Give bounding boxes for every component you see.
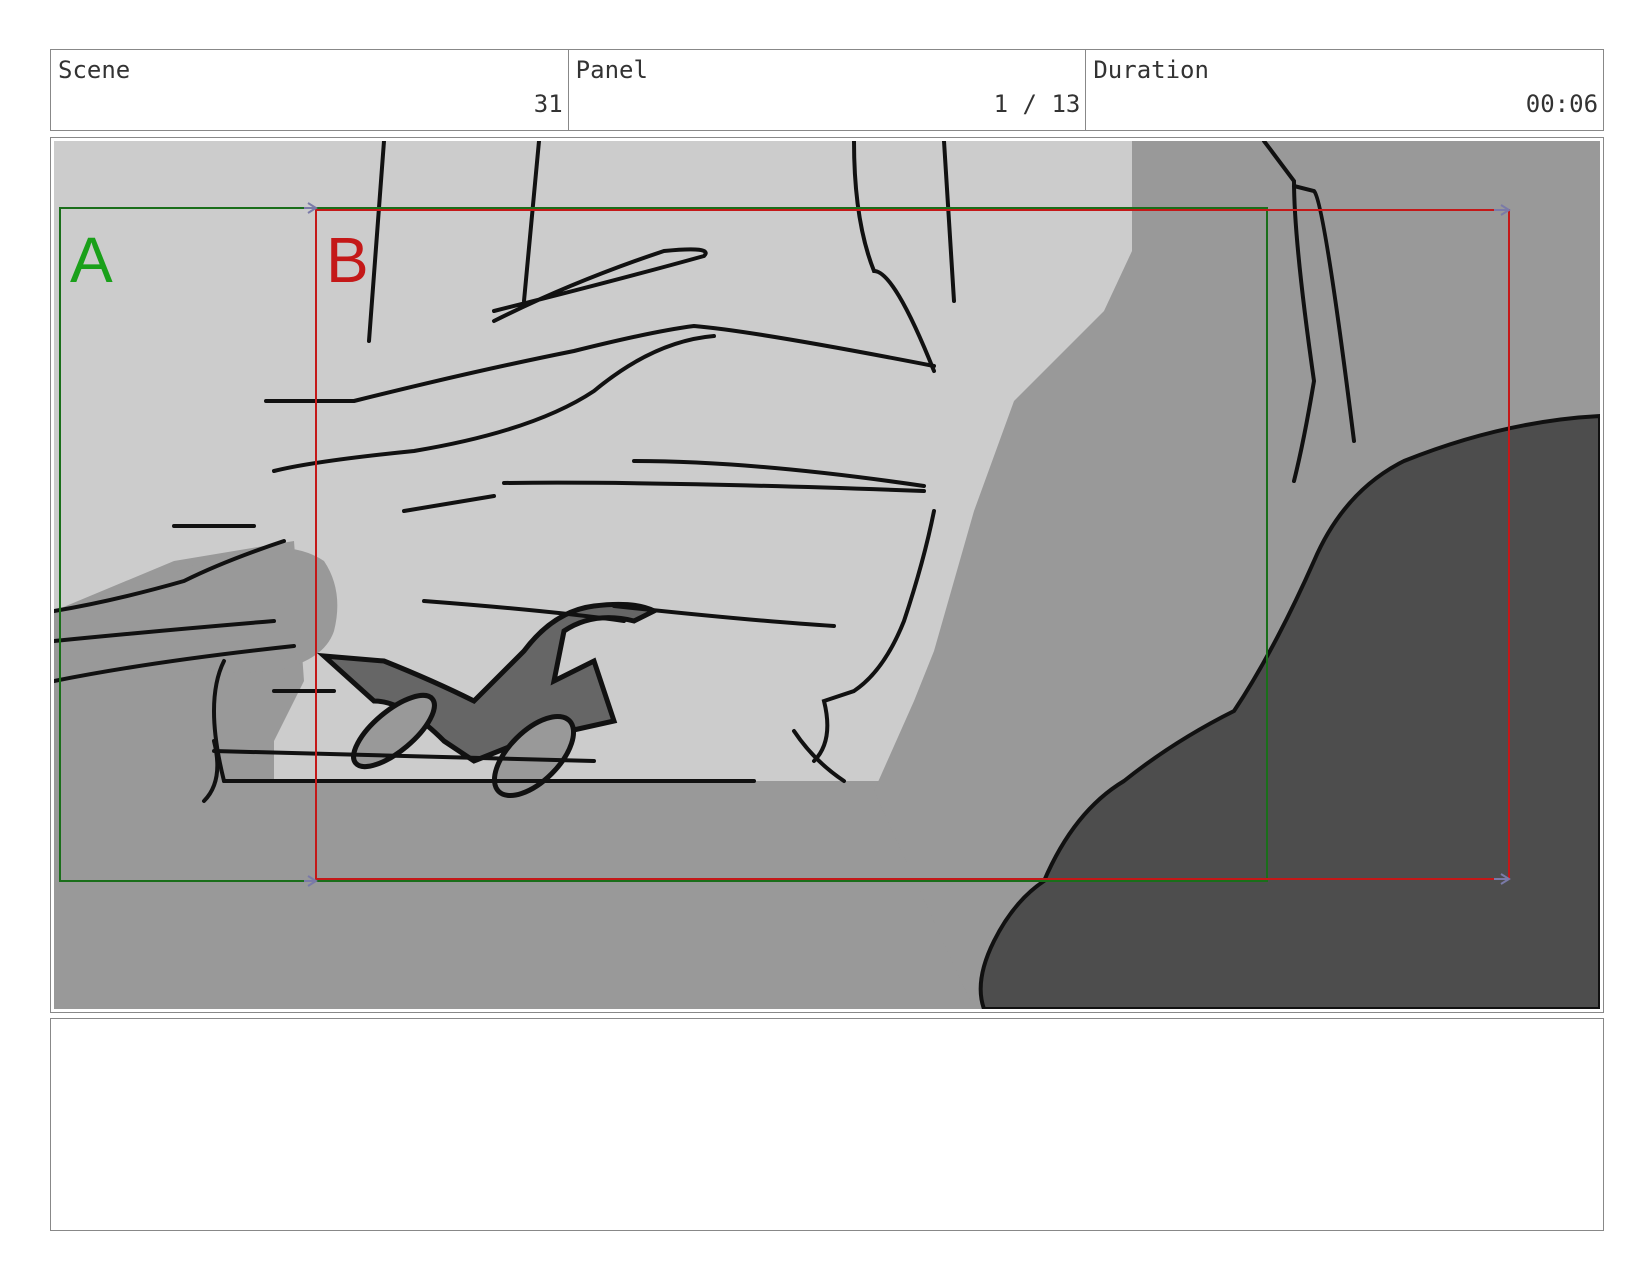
frame-b-label: B <box>326 224 369 296</box>
panel-info-header: Scene 31 Panel 1 / 13 Duration 00:06 <box>50 49 1604 131</box>
duration-cell: Duration 00:06 <box>1086 50 1603 130</box>
frame-a-label: A <box>70 224 113 296</box>
storyboard-drawing: A B <box>54 141 1600 1009</box>
panel-number: 1 / 13 <box>993 90 1081 118</box>
duration-label: Duration <box>1093 56 1209 84</box>
scene-cell: Scene 31 <box>51 50 569 130</box>
sketch-canvas <box>54 141 1600 1009</box>
panel-notes-box <box>50 1018 1604 1231</box>
duration-value: 00:06 <box>1525 90 1599 118</box>
panel-label: Panel <box>575 56 648 84</box>
panel-cell: Panel 1 / 13 <box>569 50 1087 130</box>
scene-label: Scene <box>58 56 131 84</box>
scene-number: 31 <box>533 90 563 118</box>
